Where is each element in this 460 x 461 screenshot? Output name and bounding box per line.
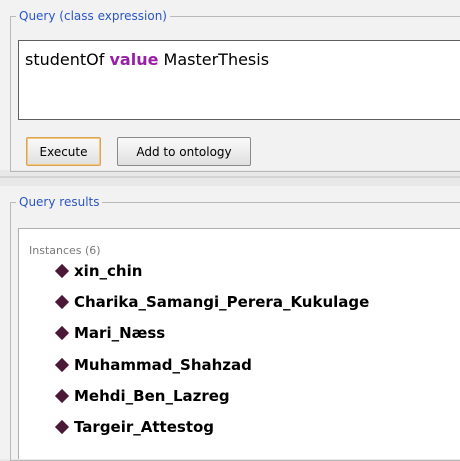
- diamond-icon: [54, 263, 70, 279]
- diamond-icon: [54, 357, 70, 373]
- instances-header: Instances (6): [29, 244, 101, 257]
- panel-divider[interactable]: [0, 176, 460, 178]
- execute-button[interactable]: Execute: [26, 137, 101, 166]
- results-legend: Query results: [16, 194, 103, 210]
- instance-label: Mehdi_Ben_Lazreg: [74, 387, 230, 405]
- list-item[interactable]: Mari_Næss: [54, 322, 166, 344]
- results-panel: Query results Instances (6) xin_chin Cha…: [0, 186, 460, 461]
- diamond-icon: [54, 294, 70, 310]
- instance-label: Muhammad_Shahzad: [74, 356, 252, 374]
- list-item[interactable]: Mehdi_Ben_Lazreg: [54, 385, 230, 407]
- list-item[interactable]: Muhammad_Shahzad: [54, 354, 252, 376]
- add-to-ontology-button[interactable]: Add to ontology: [117, 137, 251, 166]
- results-list: Instances (6) xin_chin Charika_Samangi_P…: [18, 228, 460, 459]
- instance-label: Charika_Samangi_Perera_Kukulage: [74, 293, 370, 311]
- diamond-icon: [54, 388, 70, 404]
- list-item[interactable]: Targeir_Attestog: [54, 416, 215, 438]
- query-legend: Query (class expression): [16, 8, 170, 24]
- query-input[interactable]: studentOf value MasterThesis: [18, 40, 460, 120]
- query-keyword: value: [109, 50, 159, 69]
- list-item[interactable]: Charika_Samangi_Perera_Kukulage: [54, 291, 370, 313]
- list-item[interactable]: xin_chin: [54, 260, 143, 282]
- instance-label: Targeir_Attestog: [74, 418, 215, 436]
- query-panel: Query (class expression) studentOf value…: [0, 0, 460, 172]
- instance-label: Mari_Næss: [74, 324, 166, 342]
- instance-label: xin_chin: [74, 262, 143, 280]
- diamond-icon: [54, 325, 70, 341]
- diamond-icon: [54, 419, 70, 435]
- query-text-suffix: MasterThesis: [158, 50, 270, 69]
- query-text-prefix: studentOf: [25, 50, 110, 69]
